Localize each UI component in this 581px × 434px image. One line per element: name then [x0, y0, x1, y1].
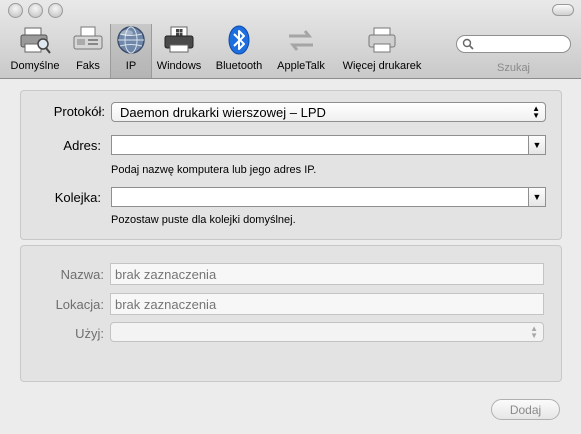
queue-hint: Pozostaw puste dla kolejki domyślnej. [111, 214, 296, 226]
location-field[interactable] [110, 293, 544, 315]
queue-input[interactable] [112, 188, 520, 206]
tab-windows-label: Windows [156, 60, 202, 72]
queue-combo[interactable]: ▼ [111, 187, 546, 207]
toolbar: Domyślne Faks IP Windows Bluetooth Apple… [0, 0, 581, 79]
address-hint: Podaj nazwę komputera lub jego adres IP. [111, 164, 317, 176]
tab-appletalk[interactable]: AppleTalk [273, 24, 329, 78]
windows-printer-icon [164, 26, 194, 53]
tab-default-label: Domyślne [10, 60, 60, 72]
bluetooth-icon [228, 25, 250, 55]
tab-bluetooth[interactable]: Bluetooth [211, 24, 267, 78]
close-window-button[interactable] [8, 3, 23, 18]
tab-bluetooth-label: Bluetooth [215, 60, 263, 72]
tab-more-printers-label: Więcej drukarek [342, 60, 422, 72]
more-printers-icon [368, 27, 396, 53]
zoom-window-button[interactable] [48, 3, 63, 18]
address-input[interactable] [112, 136, 520, 154]
search-field[interactable] [456, 35, 571, 55]
address-dropdown-button[interactable]: ▼ [528, 136, 545, 154]
tab-windows[interactable]: Windows [153, 24, 205, 78]
fax-icon [73, 26, 103, 50]
protocol-value: Daemon drukarki wierszowej – LPD [120, 105, 326, 120]
use-label: Użyj: [75, 326, 104, 341]
add-printer-window: Domyślne Faks IP Windows Bluetooth Apple… [0, 0, 581, 434]
tab-ip-label: IP [125, 60, 137, 72]
updown-arrows-icon: ▲ ▼ [530, 324, 538, 340]
add-button[interactable]: Dodaj [491, 399, 560, 420]
protocol-label: Protokół: [53, 104, 105, 119]
default-printer-icon [20, 27, 51, 54]
protocol-popup[interactable]: Daemon drukarki wierszowej – LPD ▲ ▼ [111, 102, 546, 122]
name-field[interactable] [110, 263, 544, 285]
address-combo[interactable]: ▼ [111, 135, 546, 155]
search-label: Szukaj [496, 62, 531, 74]
tab-fax[interactable]: Faks [70, 24, 106, 78]
appletalk-icon [289, 30, 313, 51]
tab-default[interactable]: Domyślne [5, 24, 65, 78]
tab-more-printers[interactable]: Więcej drukarek [336, 24, 428, 78]
queue-dropdown-button[interactable]: ▼ [528, 188, 545, 206]
address-label: Adres: [63, 138, 101, 153]
minimize-window-button[interactable] [28, 3, 43, 18]
toolbar-toggle-button[interactable] [552, 4, 574, 16]
updown-arrows-icon: ▲ ▼ [532, 104, 540, 120]
location-label: Lokacja: [55, 297, 104, 312]
tab-fax-label: Faks [76, 60, 100, 72]
tab-ip[interactable]: IP [110, 24, 152, 78]
search-icon [462, 38, 474, 50]
name-label: Nazwa: [60, 267, 104, 282]
use-driver-popup[interactable]: ▲ ▼ [110, 322, 544, 342]
queue-label: Kolejka: [54, 190, 101, 205]
tab-appletalk-label: AppleTalk [277, 60, 325, 72]
ip-globe-icon [117, 26, 145, 54]
